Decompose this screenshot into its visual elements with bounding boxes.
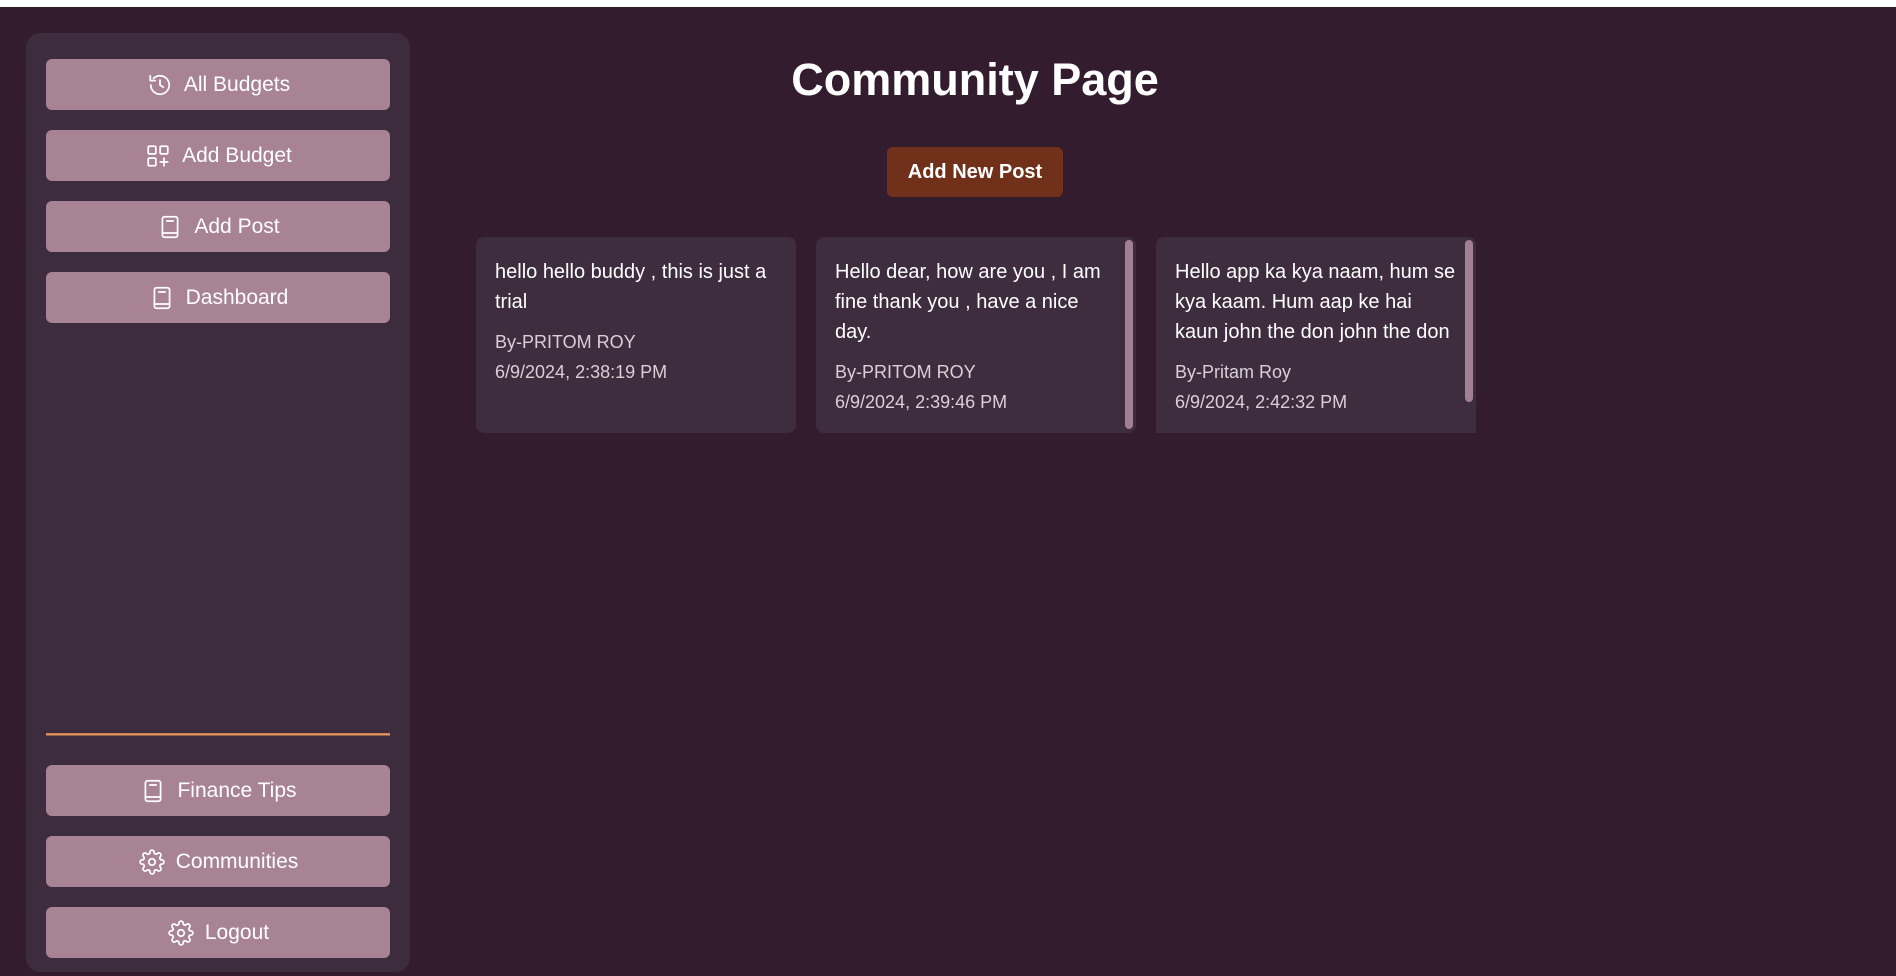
finance-tips-label: Finance Tips — [177, 778, 297, 802]
dashboard-button[interactable]: Dashboard — [46, 272, 390, 323]
app-root: All Budgets Add Budget Add Post Dashboar… — [0, 7, 1896, 976]
post-scrollbar[interactable] — [1465, 240, 1473, 402]
finance-tips-button[interactable]: Finance Tips — [46, 765, 390, 816]
post-card[interactable]: Hello app ka kya naam, hum se kya kaam. … — [1156, 237, 1476, 433]
page-title: Community Page — [791, 54, 1159, 105]
logout-label: Logout — [204, 920, 270, 944]
book-icon — [139, 777, 167, 805]
post-timestamp: 6/9/2024, 2:39:46 PM — [835, 392, 1008, 412]
gear-icon — [167, 919, 195, 947]
book-icon — [156, 213, 184, 241]
sidebar: All Budgets Add Budget Add Post Dashboar… — [26, 33, 410, 972]
add-budget-label: Add Budget — [182, 143, 292, 167]
communities-label: Communities — [175, 849, 299, 873]
add-new-post-button[interactable]: Add New Post — [887, 147, 1063, 197]
gear-icon — [138, 848, 166, 876]
add-post-nav-button[interactable]: Add Post — [46, 201, 390, 252]
post-author: By-Pritam Roy — [1175, 362, 1292, 382]
book-icon — [148, 284, 176, 312]
post-timestamp: 6/9/2024, 2:38:19 PM — [495, 362, 668, 382]
post-scrollbar[interactable] — [1125, 240, 1133, 429]
post-author: By-PRITOM ROY — [835, 362, 976, 382]
post-card[interactable]: Hello dear, how are you , I am fine than… — [816, 237, 1136, 433]
post-author: By-PRITOM ROY — [495, 332, 636, 352]
dashboard-label: Dashboard — [185, 285, 289, 309]
communities-button[interactable]: Communities — [46, 836, 390, 887]
history-icon — [146, 71, 174, 99]
add-post-nav-label: Add Post — [194, 214, 280, 238]
post-card: hello hello buddy , this is just a trial… — [476, 237, 796, 433]
post-text: hello hello buddy , this is just a trial — [495, 261, 767, 313]
sidebar-divider — [46, 733, 390, 736]
all-budgets-button[interactable]: All Budgets — [46, 59, 390, 110]
grid-plus-icon — [144, 142, 172, 170]
post-text: Hello dear, how are you , I am fine than… — [835, 261, 1101, 343]
post-text: Hello app ka kya naam, hum se kya kaam. … — [1175, 261, 1456, 343]
logout-button[interactable]: Logout — [46, 907, 390, 958]
add-budget-button[interactable]: Add Budget — [46, 130, 390, 181]
all-budgets-label: All Budgets — [183, 72, 291, 96]
post-timestamp: 6/9/2024, 2:42:32 PM — [1175, 392, 1348, 412]
